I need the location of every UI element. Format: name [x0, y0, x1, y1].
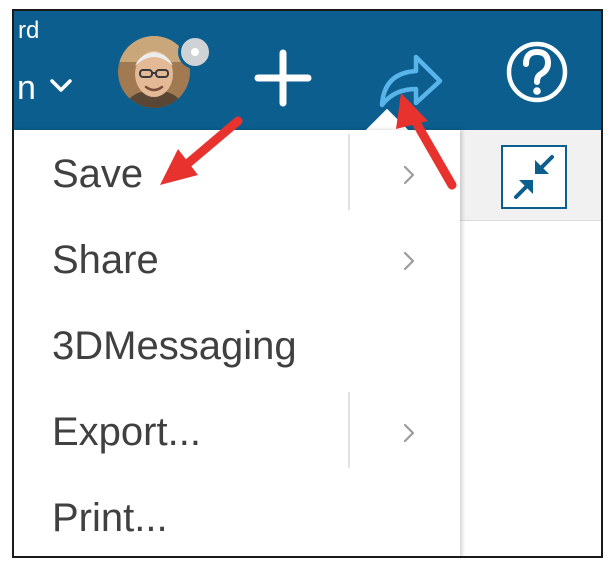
- menu-divider: [348, 134, 350, 210]
- account-name-fragment-bottom[interactable]: n: [17, 69, 36, 108]
- chevron-down-icon[interactable]: [50, 79, 72, 93]
- collapse-arrows-icon: [514, 155, 554, 199]
- plus-icon[interactable]: [252, 47, 314, 109]
- menu-item-print[interactable]: Print...: [14, 474, 460, 556]
- menu-item-save[interactable]: Save: [14, 130, 460, 214]
- menu-item-label: Save: [52, 152, 144, 196]
- chevron-right-icon[interactable]: [402, 250, 416, 272]
- menu-item-label: Export...: [52, 410, 201, 454]
- menu-item-label: 3DMessaging: [52, 324, 297, 368]
- chevron-right-icon[interactable]: [402, 422, 416, 444]
- collapse-button[interactable]: [501, 145, 567, 209]
- presence-status-icon: [178, 35, 212, 69]
- menu-item-3dmessaging[interactable]: 3DMessaging: [14, 302, 460, 386]
- share-arrow-icon[interactable]: [374, 49, 446, 115]
- top-bar: rd n: [14, 11, 601, 130]
- screenshot-frame: rd n Save Share 3DMessaging Export... Pr…: [12, 9, 603, 558]
- menu-item-share[interactable]: Share: [14, 216, 460, 300]
- account-name-fragment-top: rd: [18, 17, 40, 44]
- help-question-icon[interactable]: [504, 39, 570, 105]
- menu-item-export[interactable]: Export...: [14, 388, 460, 472]
- share-dropdown-menu: Save Share 3DMessaging Export... Print..…: [14, 130, 460, 556]
- menu-divider: [348, 392, 350, 468]
- chevron-right-icon[interactable]: [402, 164, 416, 186]
- menu-item-label: Print...: [52, 496, 168, 540]
- menu-item-label: Share: [52, 238, 159, 282]
